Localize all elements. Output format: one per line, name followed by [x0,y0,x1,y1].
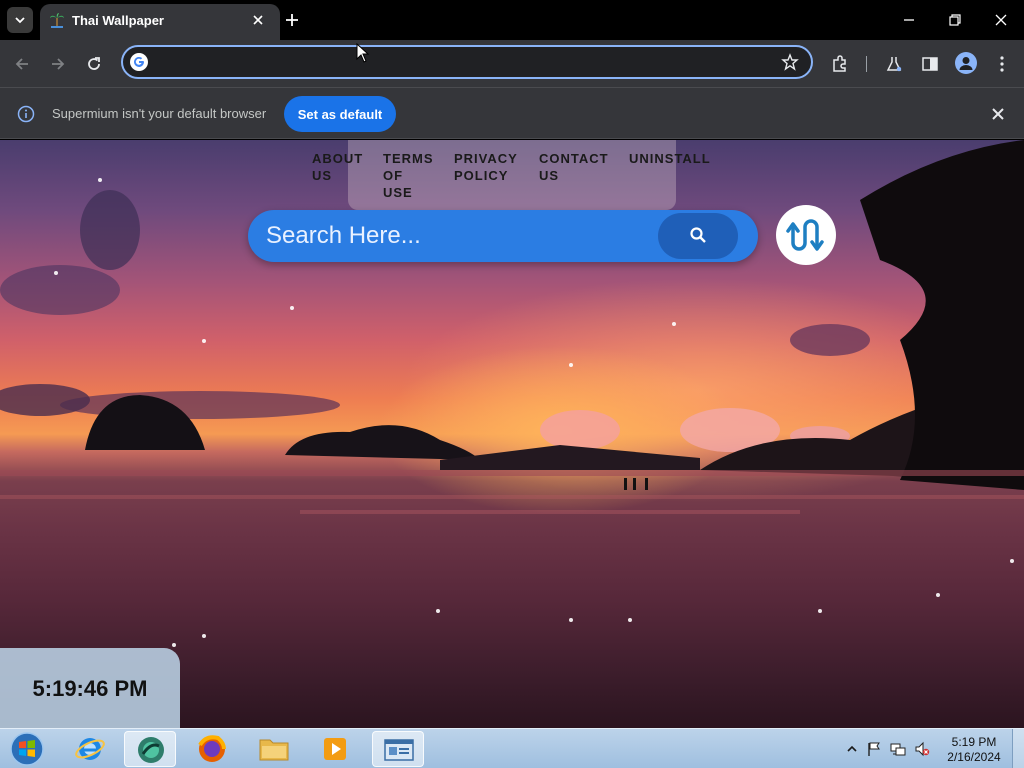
taskbar-internet-explorer[interactable] [64,731,116,767]
close-infobar-icon[interactable] [989,105,1007,123]
bookmark-star-icon[interactable] [781,53,799,71]
system-clock[interactable]: 5:19 PM 2/16/2024 [942,735,1006,765]
extensions-puzzle-icon[interactable] [830,54,850,74]
reload-icon[interactable] [84,54,104,74]
sparkle-dot [569,363,573,367]
search-icon [690,226,706,243]
site-logo[interactable] [776,205,836,265]
tray-date: 2/16/2024 [947,750,1001,764]
sparkle-dot [202,634,206,638]
nav-label: OF [383,168,404,183]
address-bar[interactable] [121,45,813,79]
sparkle-dot [202,339,206,343]
palm-tree-favicon-icon [50,13,64,28]
action-center-flag-icon[interactable] [866,741,882,757]
sparkle-dot [54,271,58,275]
sparkle-dot [98,178,102,182]
person-icon [959,57,973,70]
forward-arrow-icon[interactable] [48,54,68,74]
toolbar-divider [866,56,867,72]
tab-close-icon[interactable] [250,12,266,28]
menu-kebab-icon[interactable] [992,54,1012,74]
windows-taskbar: 5:19 PM 2/16/2024 [0,728,1024,768]
sparkle-dot [936,593,940,597]
tab-thai-wallpaper[interactable]: Thai Wallpaper [40,4,280,40]
info-icon [17,105,35,123]
sparkle-dot [290,306,294,310]
mouse-cursor-icon [356,43,370,63]
chevron-down-icon [15,17,25,24]
nav-privacy-policy[interactable]: PRIVACY POLICY [454,150,518,184]
back-arrow-icon[interactable] [12,54,32,74]
sparkle-dot [436,609,440,613]
nav-label: POLICY [454,168,509,183]
taskbar-file-explorer[interactable] [248,731,300,767]
nav-label: TERMS [383,151,434,166]
taskbar-supermium[interactable] [124,731,176,767]
default-browser-infobar: Supermium isn't your default browser Set… [0,87,1024,139]
labs-flask-icon[interactable] [884,54,904,74]
taskbar-control-panel[interactable] [372,731,424,767]
nav-label: USE [383,185,413,200]
tray-time: 5:19 PM [951,735,997,749]
media-player-icon [324,738,346,760]
tab-strip: Thai Wallpaper [0,0,1024,40]
side-panel-icon[interactable] [920,54,940,74]
tab-search-button[interactable] [7,7,33,33]
firefox-icon [198,735,226,762]
google-icon [130,53,148,71]
logo-arrows-icon [786,219,824,251]
browser-toolbar [0,40,1024,87]
clock-widget: 5:19:46 PM [0,648,180,728]
sparkle-dot [818,609,822,613]
nav-terms-of-use[interactable]: TERMS OF USE [383,150,434,201]
infobar-message: Supermium isn't your default browser [52,106,267,121]
taskbar-media-player[interactable] [310,731,362,767]
window-app-icon [384,739,414,761]
sparkle-dot [628,618,632,622]
network-icon[interactable] [890,741,906,757]
new-tab-icon[interactable] [283,11,301,29]
restore-icon[interactable] [946,11,964,29]
address-input[interactable] [157,53,757,73]
nav-label: PRIVACY [454,151,518,166]
internet-explorer-icon [75,738,105,760]
sparkle-dot [1010,559,1014,563]
start-button[interactable] [8,731,46,767]
clock-time: 5:19:46 PM [32,676,148,701]
taskbar-firefox[interactable] [186,731,238,767]
sparkle-dot [172,643,176,647]
nav-contact-us[interactable]: CONTACT US [539,150,609,184]
nav-about-us[interactable]: ABOUT US [312,150,363,184]
nav-label: UNINSTALL [629,151,711,166]
search-bar [248,210,758,262]
profile-avatar[interactable] [955,52,977,74]
nav-label: ABOUT [312,151,364,166]
search-button[interactable] [658,213,738,259]
page-content: ABOUT US TERMS OF USE PRIVACY POLICY CONTACT… [0,140,1024,728]
search-input[interactable] [266,222,646,250]
nav-uninstall[interactable]: UNINSTALL [629,150,711,167]
set-as-default-button[interactable]: Set as default [284,96,396,132]
windows-start-orb-icon [10,732,44,766]
volume-muted-icon[interactable] [914,741,930,757]
sparkle-dot [672,322,676,326]
sparkle-dot [569,618,573,622]
minimize-icon[interactable] [900,11,918,29]
tray-expand-icon[interactable] [844,741,860,757]
tab-title: Thai Wallpaper [72,13,164,28]
supermium-browser-icon [138,737,164,763]
nav-label: CONTACT [539,151,609,166]
show-desktop-button[interactable] [1012,729,1024,768]
close-window-icon[interactable] [992,11,1010,29]
nav-label: US [312,168,333,183]
nav-label: US [539,168,560,183]
folder-icon [259,739,289,761]
